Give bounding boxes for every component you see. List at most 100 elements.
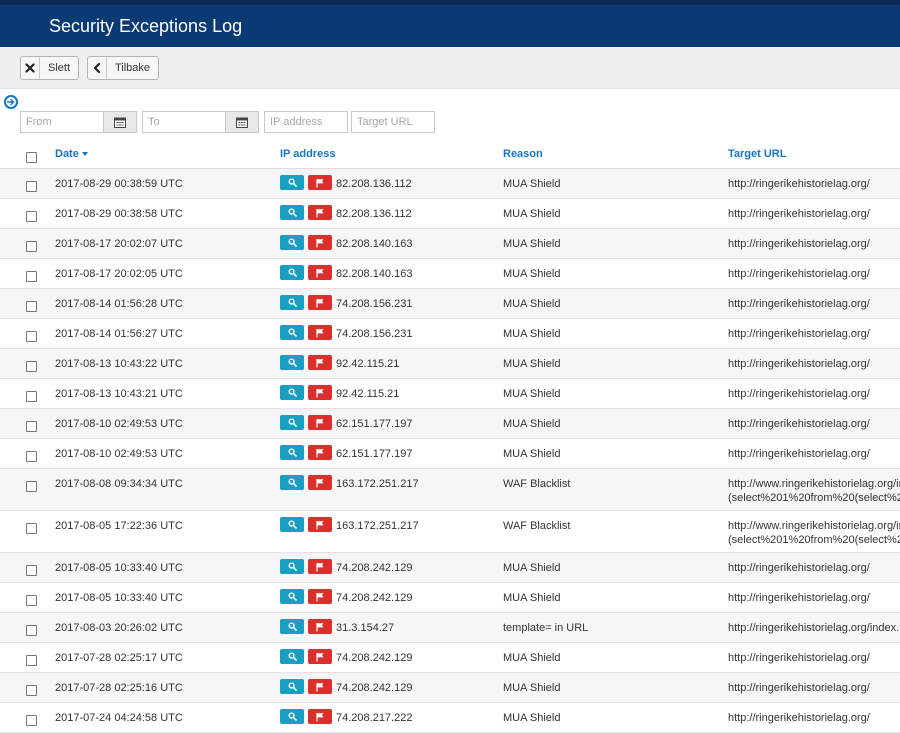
lookup-ip-button[interactable]: [280, 265, 304, 280]
lookup-ip-button[interactable]: [280, 415, 304, 430]
row-checkbox[interactable]: [26, 181, 37, 192]
target-url-line: (select%201%20from%20(select%20: [728, 534, 900, 546]
row-reason: WAF Blacklist: [503, 478, 571, 490]
row-ip-address: 82.208.136.112: [336, 208, 412, 220]
back-button[interactable]: Tilbake: [87, 56, 159, 80]
ip-actions: [280, 649, 332, 664]
row-reason: MUA Shield: [503, 388, 561, 400]
row-checkbox[interactable]: [26, 391, 37, 402]
table-row: 2017-07-24 04:24:58 UTC 74.208.217.222 MUA…: [0, 703, 900, 733]
row-reason: MUA Shield: [503, 448, 561, 460]
block-ip-button[interactable]: [308, 295, 332, 310]
ip-actions: [280, 679, 332, 694]
row-checkbox[interactable]: [26, 421, 37, 432]
table-row: 2017-08-10 02:49:53 UTC 62.151.177.197 MUA…: [0, 409, 900, 439]
row-checkbox[interactable]: [26, 481, 37, 492]
table-row: 2017-08-14 01:56:28 UTC 74.208.156.231 MUA…: [0, 289, 900, 319]
ip-actions: [280, 517, 332, 532]
flag-icon: [315, 388, 325, 398]
row-ip-address: 74.208.217.222: [336, 712, 413, 724]
row-checkbox[interactable]: [26, 211, 37, 222]
row-checkbox[interactable]: [26, 451, 37, 462]
row-target-url: http://www.ringerikehistorielag.org/ind (…: [728, 477, 900, 505]
lookup-ip-button[interactable]: [280, 355, 304, 370]
block-ip-button[interactable]: [308, 205, 332, 220]
lookup-ip-button[interactable]: [280, 619, 304, 634]
block-ip-button[interactable]: [308, 235, 332, 250]
toolbar: Slett Tilbake: [0, 47, 900, 89]
lookup-ip-button[interactable]: [280, 589, 304, 604]
row-checkbox[interactable]: [26, 595, 37, 606]
row-checkbox[interactable]: [26, 271, 37, 282]
row-checkbox[interactable]: [26, 241, 37, 252]
to-calendar-button[interactable]: [225, 111, 259, 133]
block-ip-button[interactable]: [308, 649, 332, 664]
column-reason-header[interactable]: Reason: [503, 148, 543, 160]
block-ip-button[interactable]: [308, 385, 332, 400]
from-date-input[interactable]: [20, 111, 104, 133]
search-icon: [287, 592, 297, 601]
search-icon: [287, 328, 297, 337]
search-icon: [287, 208, 297, 217]
lookup-ip-button[interactable]: [280, 295, 304, 310]
block-ip-button[interactable]: [308, 175, 332, 190]
lookup-ip-button[interactable]: [280, 679, 304, 694]
target-url-line: http://www.ringerikehistorielag.org/ind: [728, 520, 900, 532]
flag-icon: [315, 238, 325, 248]
lookup-ip-button[interactable]: [280, 559, 304, 574]
block-ip-button[interactable]: [308, 325, 332, 340]
row-checkbox[interactable]: [26, 361, 37, 372]
column-date-header[interactable]: Date: [55, 148, 88, 160]
row-checkbox[interactable]: [26, 685, 37, 696]
block-ip-button[interactable]: [308, 517, 332, 532]
flag-icon: [315, 652, 325, 662]
block-ip-button[interactable]: [308, 265, 332, 280]
ip-actions: [280, 265, 332, 280]
row-target-url: http://ringerikehistorielag.org/: [728, 561, 900, 575]
search-icon: [287, 448, 297, 457]
row-checkbox[interactable]: [26, 523, 37, 534]
target-url-filter-input[interactable]: [351, 111, 435, 133]
delete-button[interactable]: Slett: [20, 56, 79, 80]
from-calendar-button[interactable]: [103, 111, 137, 133]
ip-actions: [280, 355, 332, 370]
search-icon: [287, 238, 297, 247]
lookup-ip-button[interactable]: [280, 649, 304, 664]
flag-icon: [315, 298, 325, 308]
row-target-url: http://ringerikehistorielag.org/: [728, 237, 900, 251]
row-date: 2017-08-08 09:34:34 UTC: [55, 478, 183, 490]
block-ip-button[interactable]: [308, 445, 332, 460]
lookup-ip-button[interactable]: [280, 385, 304, 400]
lookup-ip-button[interactable]: [280, 445, 304, 460]
block-ip-button[interactable]: [308, 619, 332, 634]
lookup-ip-button[interactable]: [280, 235, 304, 250]
lookup-ip-button[interactable]: [280, 325, 304, 340]
row-date: 2017-08-05 10:33:40 UTC: [55, 562, 183, 574]
block-ip-button[interactable]: [308, 355, 332, 370]
select-all-checkbox[interactable]: [26, 152, 37, 163]
target-url-line: http://ringerikehistorielag.org/: [728, 178, 870, 190]
lookup-ip-button[interactable]: [280, 475, 304, 490]
ip-address-filter-input[interactable]: [264, 111, 348, 133]
block-ip-button[interactable]: [308, 559, 332, 574]
ip-actions: [280, 295, 332, 310]
row-date: 2017-08-13 10:43:22 UTC: [55, 358, 183, 370]
row-checkbox[interactable]: [26, 565, 37, 576]
column-ip-header[interactable]: IP address: [280, 148, 335, 160]
lookup-ip-button[interactable]: [280, 517, 304, 532]
row-checkbox[interactable]: [26, 301, 37, 312]
to-date-input[interactable]: [142, 111, 226, 133]
lookup-ip-button[interactable]: [280, 175, 304, 190]
block-ip-button[interactable]: [308, 475, 332, 490]
flag-icon: [315, 520, 325, 530]
row-checkbox[interactable]: [26, 331, 37, 342]
lookup-ip-button[interactable]: [280, 205, 304, 220]
block-ip-button[interactable]: [308, 679, 332, 694]
row-checkbox[interactable]: [26, 625, 37, 636]
table-row: 2017-08-03 20:26:02 UTC 31.3.154.27 templa…: [0, 613, 900, 643]
block-ip-button[interactable]: [308, 589, 332, 604]
row-checkbox[interactable]: [26, 655, 37, 666]
filter-toggle-icon[interactable]: [4, 95, 18, 109]
block-ip-button[interactable]: [308, 415, 332, 430]
column-url-header[interactable]: Target URL: [728, 148, 786, 160]
